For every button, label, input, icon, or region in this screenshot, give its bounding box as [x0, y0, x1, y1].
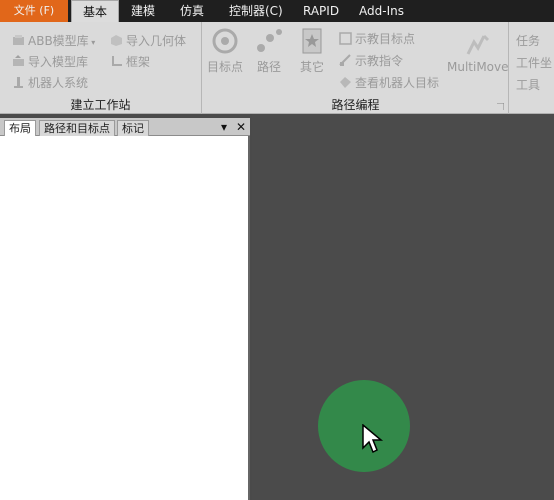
import-geometry-label: 导入几何体: [126, 34, 187, 48]
import-geometry-button[interactable]: 导入几何体: [110, 32, 186, 50]
multimove-button[interactable]: MultiMove: [447, 32, 509, 74]
teach-target-label: 示教目标点: [355, 32, 416, 46]
tab-rapid[interactable]: RAPID: [303, 0, 339, 22]
frame-label: 框架: [126, 55, 151, 69]
panel-close-icon[interactable]: ✕: [236, 119, 246, 135]
teach-target-icon: [339, 32, 352, 45]
path-button[interactable]: 路径: [251, 26, 287, 75]
workobject-label: 工件坐: [516, 56, 553, 70]
robot-system-button[interactable]: 机器人系统: [12, 74, 88, 92]
teach-target-button[interactable]: 示教目标点: [339, 30, 415, 48]
group-controls-partial: 任务 工件坐 工具: [510, 22, 554, 114]
station-viewport[interactable]: [252, 114, 554, 500]
import-library-button[interactable]: 导入模型库: [12, 53, 88, 71]
path-label: 路径: [256, 60, 281, 74]
tab-layout[interactable]: 布局: [4, 120, 36, 136]
panel-tab-strip: 布局 路径和目标点 标记 ▾ ✕: [0, 118, 250, 136]
frame-icon: [112, 56, 122, 66]
path-icon: [257, 29, 282, 52]
group-build-station: ABB模型库 ▾ 导入模型库 机器人系统 导入几何体 框架 建立工作站: [0, 22, 202, 114]
view-robot-target-button[interactable]: 查看机器人目标: [339, 74, 439, 92]
tool-button[interactable]: 工具: [516, 76, 540, 94]
robot-system-icon: [14, 77, 23, 88]
group-label-build-station: 建立工作站: [70, 98, 131, 112]
teach-instruction-label: 示教指令: [355, 54, 404, 68]
ribbon: ABB模型库 ▾ 导入模型库 机器人系统 导入几何体 框架 建立工作站 目标点 …: [0, 22, 554, 114]
robot-system-label: 机器人系统: [28, 76, 89, 90]
layout-panel: 布局 路径和目标点 标记 ▾ ✕: [0, 118, 250, 500]
multimove-label: MultiMove: [447, 60, 509, 74]
workobject-button[interactable]: 工件坐: [516, 54, 552, 72]
import-geometry-icon: [111, 35, 122, 46]
target-icon: [212, 28, 238, 54]
teach-instruction-icon: [339, 54, 351, 66]
tab-controller[interactable]: 控制器(C): [229, 0, 283, 22]
view-target-icon: [340, 77, 351, 88]
ribbon-tab-bar: 文件 (F) 基本 建模 仿真 控制器(C) RAPID Add-Ins: [0, 0, 554, 22]
tab-home[interactable]: 基本: [71, 0, 119, 22]
tool-label: 工具: [516, 78, 541, 92]
tab-modeling[interactable]: 建模: [131, 0, 155, 22]
abb-library-label: ABB模型库: [28, 34, 89, 48]
target-label: 目标点: [206, 60, 243, 74]
frame-button[interactable]: 框架: [110, 53, 150, 71]
tab-tags[interactable]: 标记: [117, 120, 149, 136]
tab-paths-targets[interactable]: 路径和目标点: [39, 120, 115, 136]
view-robot-target-label: 查看机器人目标: [355, 76, 440, 90]
task-button[interactable]: 任务: [516, 32, 540, 50]
dialog-launcher-icon[interactable]: [497, 103, 504, 110]
multimove-icon: [466, 34, 490, 55]
abb-library-button[interactable]: ABB模型库 ▾: [12, 32, 95, 50]
tab-file[interactable]: 文件 (F): [0, 0, 68, 22]
group-path-programming: 目标点 路径 其它 示教目标点 示教指令 查看机器人目标 MultiMove 路…: [203, 22, 509, 114]
import-library-icon: [13, 55, 24, 66]
group-label-path-programming: 路径编程: [331, 98, 380, 112]
teach-instruction-button[interactable]: 示教指令: [339, 52, 403, 70]
panel-dropdown-icon[interactable]: ▾: [221, 119, 227, 135]
tab-addins[interactable]: Add-Ins: [359, 0, 404, 22]
task-label: 任务: [516, 34, 541, 48]
import-library-label: 导入模型库: [28, 55, 89, 69]
other-icon: [302, 28, 322, 54]
other-button[interactable]: 其它: [295, 26, 329, 75]
tab-simulation[interactable]: 仿真: [180, 0, 204, 22]
cursor-icon: [362, 424, 384, 454]
abb-library-icon: [13, 35, 24, 45]
other-label: 其它: [299, 60, 324, 74]
target-button[interactable]: 目标点: [205, 26, 245, 75]
